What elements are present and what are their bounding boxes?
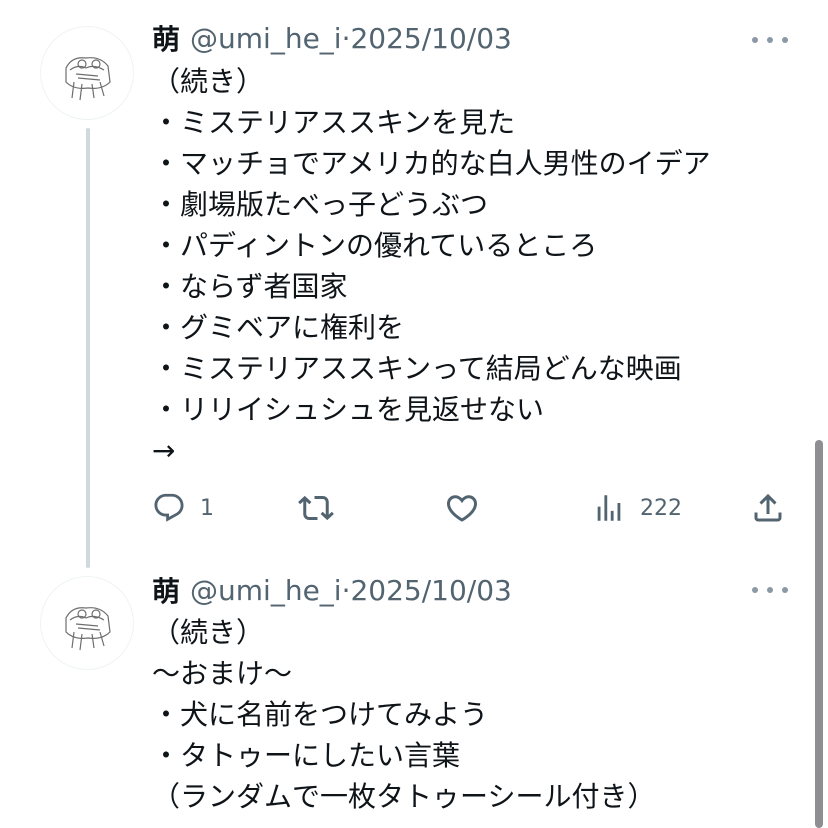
author-name[interactable]: 萌	[152, 570, 180, 610]
separator: ·	[341, 21, 351, 55]
avatar[interactable]	[40, 576, 134, 670]
share-icon	[754, 493, 782, 522]
separator: ·	[341, 573, 351, 607]
tweet-line: ・パディントンの優れているところ	[152, 229, 598, 262]
tweet-line: ・犬に名前をつけてみよう	[152, 698, 489, 731]
analytics-icon	[597, 495, 621, 521]
reply-icon	[154, 493, 184, 522]
tweet-line: 〜おまけ〜	[152, 657, 293, 690]
tweet-line: ・劇場版たべっ子どうぶつ	[152, 188, 489, 221]
tweet-line: （続き）	[152, 65, 265, 98]
author-name[interactable]: 萌	[152, 18, 180, 58]
more-dots-icon[interactable]	[752, 30, 788, 50]
reply-count: 1	[200, 495, 214, 521]
avatar[interactable]	[40, 26, 134, 120]
reply-button[interactable]: 1	[152, 482, 214, 534]
scrollbar[interactable]	[815, 440, 823, 828]
sketch-avatar-icon	[65, 607, 111, 651]
tweet-line: ・マッチョでアメリカ的な白人男性のイデア	[152, 147, 711, 180]
share-button[interactable]	[750, 482, 786, 534]
tweet-line: （ランダムで一枚タトゥーシール付き）	[152, 780, 656, 813]
tweet-date[interactable]: 2025/10/03	[350, 22, 511, 55]
tweet-line: ・ならず者国家	[152, 270, 348, 303]
tweet-1[interactable]: 萌 @umi_he_i · 2025/10/03 （続き） ・ミステリアススキン…	[0, 0, 828, 570]
more-dots-icon[interactable]	[752, 580, 788, 600]
tweet-line: ・ミステリアススキンって結局どんな映画	[152, 352, 682, 385]
tweet-header: 萌 @umi_he_i · 2025/10/03	[152, 570, 512, 610]
tweet-2[interactable]: 萌 @umi_he_i · 2025/10/03 （続き） 〜おまけ〜 ・犬に名…	[0, 570, 828, 828]
views-button[interactable]: 222	[592, 482, 682, 534]
author-handle[interactable]: @umi_he_i	[190, 22, 342, 55]
heart-icon	[446, 495, 478, 522]
action-bar: 1 222	[0, 482, 828, 534]
retweet-button[interactable]	[298, 482, 334, 534]
sketch-avatar-icon	[65, 57, 111, 101]
tweet-line: ・タトゥーにしたい言葉	[152, 739, 461, 772]
tweet-line: →	[152, 434, 176, 467]
author-handle[interactable]: @umi_he_i	[190, 574, 342, 607]
tweet-text: （続き） ・ミステリアススキンを見た ・マッチョでアメリカ的な白人男性のイデア …	[152, 61, 711, 471]
tweet-text: （続き） 〜おまけ〜 ・犬に名前をつけてみよう ・タトゥーにしたい言葉 （ランダ…	[152, 612, 655, 817]
view-count: 222	[640, 495, 682, 521]
tweet-line: （続き）	[152, 616, 265, 649]
tweet-date[interactable]: 2025/10/03	[350, 574, 511, 607]
retweet-icon	[298, 495, 334, 521]
tweet-header: 萌 @umi_he_i · 2025/10/03	[152, 18, 512, 58]
tweet-line: ・ミステリアススキンを見た	[152, 106, 516, 139]
tweet-line: ・グミベアに権利を	[152, 311, 405, 344]
like-button[interactable]	[444, 482, 480, 534]
tweet-line: ・リリイシュシュを見返せない	[152, 393, 545, 426]
